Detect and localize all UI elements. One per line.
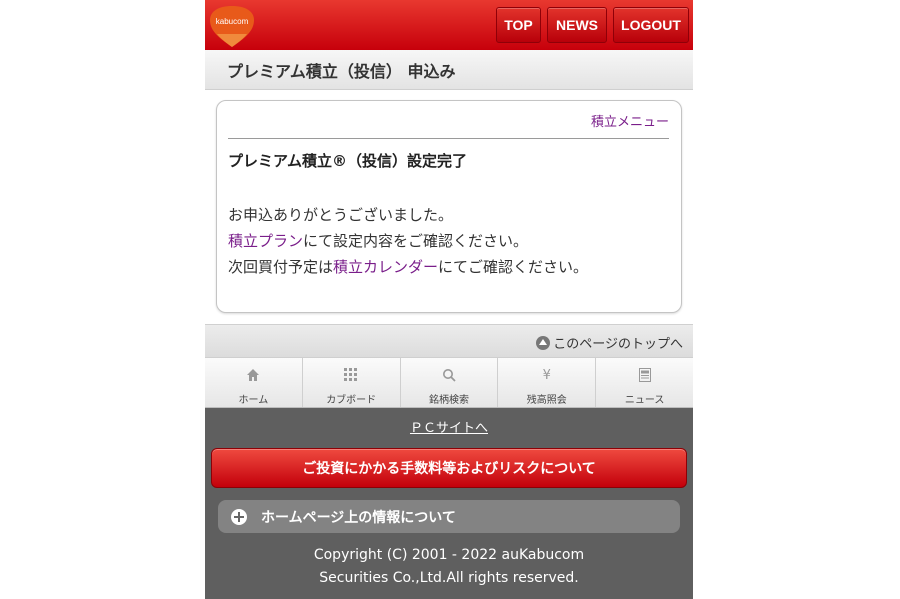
page-top-strip: このページのトップへ <box>205 324 693 357</box>
tab-label: 残高照会 <box>526 395 567 406</box>
tab-news[interactable]: ニュース <box>596 358 693 407</box>
tsumitate-calendar-link[interactable]: 積立カレンダー <box>333 258 438 276</box>
top-button[interactable]: TOP <box>496 7 541 43</box>
thanks-line: お申込ありがとうございました。 <box>228 206 454 224</box>
footer: ＰＣサイトへ ご投資にかかる手数料等およびリスクについて ホームページ上の情報に… <box>205 408 693 599</box>
completion-card: 積立メニュー プレミアム積立®（投信）設定完了 お申込ありがとうございました。 … <box>216 100 682 313</box>
news-button[interactable]: NEWS <box>547 7 607 43</box>
tsumitate-plan-link[interactable]: 積立プラン <box>228 232 303 250</box>
arrow-up-icon <box>536 335 551 350</box>
calendar-line: 次回買付予定は積立カレンダーにてご確認ください。 <box>228 254 588 280</box>
copyright-line-2: Securities Co.,Ltd.All rights reserved. <box>319 570 579 586</box>
plan-line-text: にて設定内容をご確認ください。 <box>303 232 529 250</box>
tab-label: ホーム <box>238 395 269 406</box>
mobile-page: kabucom TOP NEWS LOGOUT プレミアム積立（投信） 申込み … <box>205 0 693 599</box>
kabucom-logo[interactable]: kabucom <box>207 4 257 48</box>
completion-heading: プレミアム積立®（投信）設定完了 <box>228 152 467 170</box>
tab-label: 銘柄検索 <box>428 395 469 406</box>
search-icon <box>442 367 456 383</box>
risk-info-button[interactable]: ご投資にかかる手数料等およびリスクについて <box>211 448 687 488</box>
copyright-line-1: Copyright (C) 2001 - 2022 auKabucom <box>313 547 585 563</box>
site-info-expander[interactable]: ホームページ上の情報について <box>218 500 680 533</box>
home-icon <box>246 367 260 383</box>
header-bar: kabucom TOP NEWS LOGOUT <box>205 0 693 50</box>
page-top-label: このページのトップへ <box>553 337 683 352</box>
logo-text: kabucom <box>215 17 249 26</box>
bottom-tab-bar: ホーム カブボード 銘柄検索 ¥ 残高照会 ニュース <box>205 357 693 408</box>
page-title-bar: プレミアム積立（投信） 申込み <box>205 50 693 90</box>
tab-stock-search[interactable]: 銘柄検索 <box>401 358 499 407</box>
tab-balance[interactable]: ¥ 残高照会 <box>498 358 597 407</box>
page-top-link[interactable]: このページのトップへ <box>536 333 683 352</box>
tsumitate-menu-link[interactable]: 積立メニュー <box>591 111 669 130</box>
copyright: Copyright (C) 2001 - 2022 auKabucom Secu… <box>205 544 693 590</box>
card-divider <box>228 138 669 139</box>
tab-kabuboard[interactable]: カブボード <box>303 358 401 407</box>
page-title: プレミアム積立（投信） 申込み <box>227 61 456 81</box>
tab-label: カブボード <box>326 395 377 406</box>
news-icon <box>638 367 651 383</box>
logout-button[interactable]: LOGOUT <box>613 7 689 43</box>
plus-icon <box>231 508 247 525</box>
calendar-line-prefix: 次回買付予定は <box>228 258 334 276</box>
yen-icon: ¥ <box>542 367 551 383</box>
pc-site-link[interactable]: ＰＣサイトへ <box>205 417 693 436</box>
tab-home[interactable]: ホーム <box>205 358 303 407</box>
grid-icon <box>344 367 358 383</box>
plan-line: 積立プランにて設定内容をご確認ください。 <box>228 228 588 254</box>
tab-label: ニュース <box>624 395 665 406</box>
completion-message: お申込ありがとうございました。 積立プランにて設定内容をご確認ください。 次回買… <box>228 202 588 280</box>
site-info-label: ホームページ上の情報について <box>261 509 456 526</box>
calendar-line-text: にてご確認ください。 <box>438 258 589 276</box>
